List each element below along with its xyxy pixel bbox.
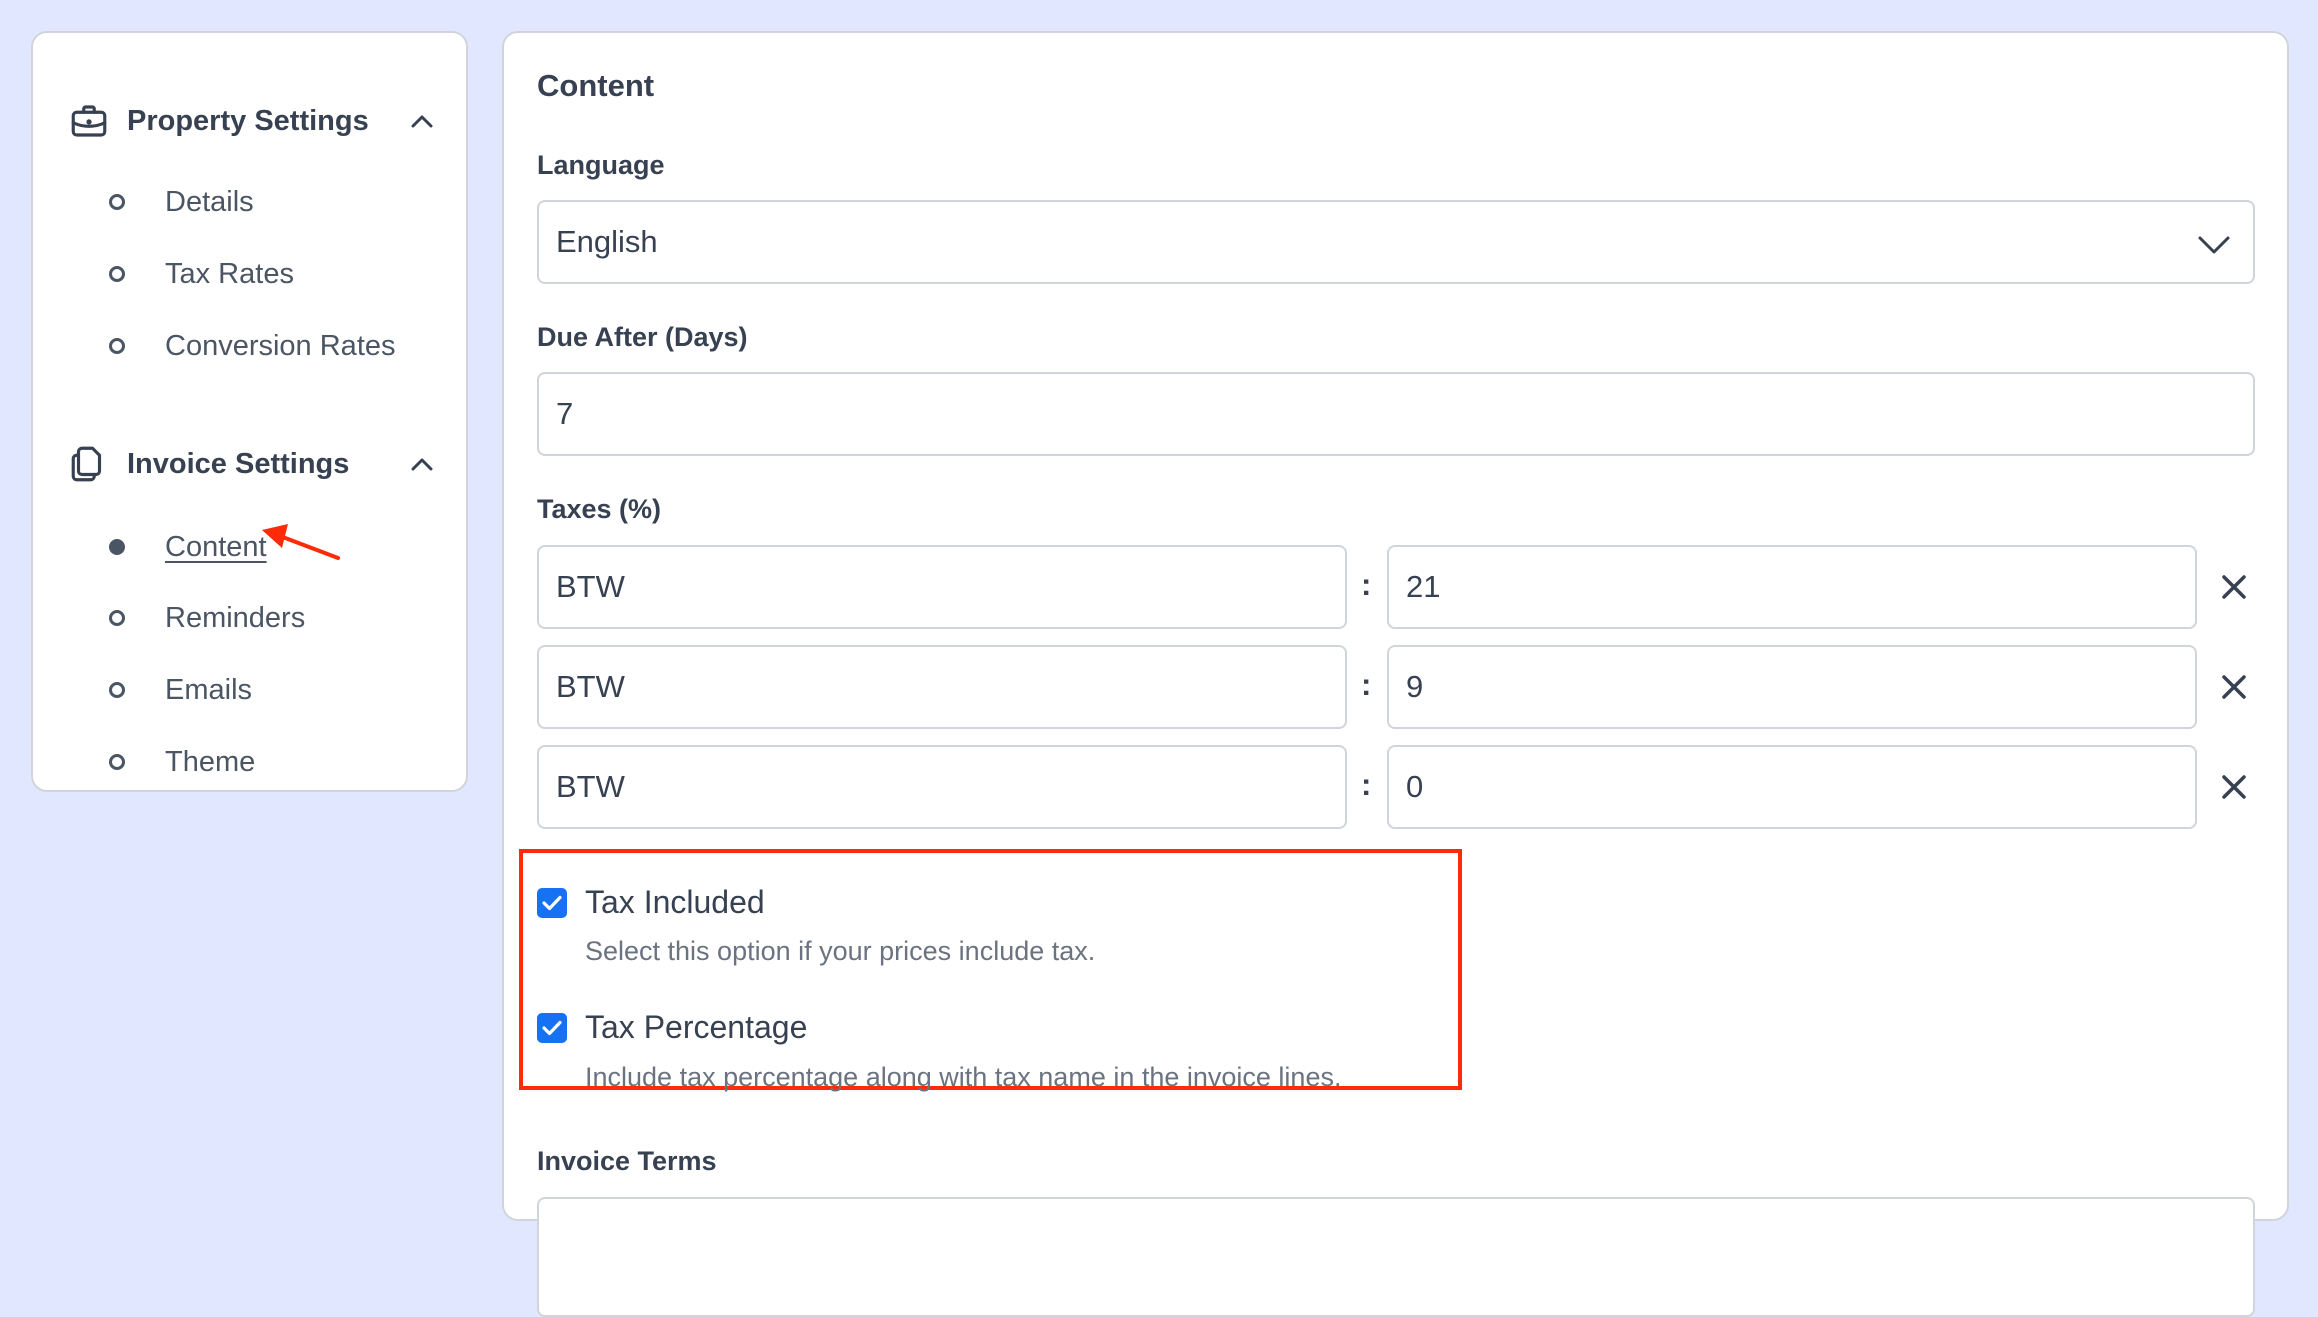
sidebar-item-theme[interactable]: Theme — [77, 740, 255, 784]
bullet-icon — [109, 539, 125, 555]
remove-tax-button[interactable] — [2214, 667, 2254, 707]
settings-sidebar: Property Settings Details Tax Rates Conv… — [31, 31, 468, 792]
tax-separator: : — [1361, 667, 1372, 702]
due-after-input[interactable]: 7 — [537, 372, 2255, 456]
sidebar-item-label: Details — [165, 185, 254, 218]
tax-rate-value: 9 — [1406, 669, 1424, 704]
briefcase-icon — [67, 99, 111, 143]
sidebar-item-label: Emails — [165, 673, 253, 706]
section-property-settings[interactable]: Property Settings — [67, 96, 437, 146]
documents-icon — [67, 442, 111, 486]
tax-included-help: Select this option if your prices includ… — [585, 936, 1096, 966]
close-icon — [2222, 675, 2246, 699]
remove-tax-button[interactable] — [2214, 767, 2254, 807]
bullet-icon — [109, 682, 125, 698]
chevron-up-icon[interactable] — [407, 449, 437, 479]
page-title: Content — [537, 68, 655, 103]
invoice-terms-textarea[interactable] — [537, 1197, 2255, 1317]
section-title: Invoice Settings — [127, 447, 350, 480]
tax-rate-value: 21 — [1406, 569, 1441, 604]
sidebar-item-label: Conversion Rates — [165, 329, 396, 362]
due-after-label: Due After (Days) — [537, 322, 748, 352]
checkbox-label: Tax Included — [585, 884, 765, 920]
sidebar-item-label: Theme — [165, 745, 256, 778]
tax-rate-input[interactable]: 9 — [1387, 645, 2197, 729]
tax-included-checkbox[interactable]: Tax Included — [537, 884, 765, 921]
section-invoice-settings[interactable]: Invoice Settings — [67, 439, 437, 489]
close-icon — [2222, 575, 2246, 599]
bullet-icon — [109, 338, 125, 354]
tax-separator: : — [1361, 767, 1372, 802]
taxes-label: Taxes (%) — [537, 494, 662, 524]
bullet-icon — [109, 194, 125, 210]
tax-name-value: BTW — [556, 669, 625, 704]
sidebar-item-conversion-rates[interactable]: Conversion Rates — [77, 324, 396, 368]
sidebar-item-reminders[interactable]: Reminders — [77, 596, 305, 640]
close-icon — [2222, 775, 2246, 799]
due-after-value: 7 — [556, 396, 574, 431]
tax-separator: : — [1361, 567, 1372, 602]
invoice-terms-label: Invoice Terms — [537, 1146, 717, 1176]
language-label: Language — [537, 150, 665, 180]
chevron-up-icon[interactable] — [407, 106, 437, 136]
checkbox-label: Tax Percentage — [585, 1009, 808, 1045]
language-value: English — [556, 224, 658, 259]
tax-percentage-help: Include tax percentage along with tax na… — [585, 1062, 1342, 1092]
bullet-icon — [109, 610, 125, 626]
tax-rate-input[interactable]: 21 — [1387, 545, 2197, 629]
sidebar-item-tax-rates[interactable]: Tax Rates — [77, 252, 294, 296]
tax-name-input[interactable]: BTW — [537, 745, 1347, 829]
sidebar-item-label: Reminders — [165, 601, 306, 634]
tax-name-input[interactable]: BTW — [537, 645, 1347, 729]
tax-percentage-checkbox[interactable]: Tax Percentage — [537, 1009, 807, 1046]
remove-tax-button[interactable] — [2214, 567, 2254, 607]
tax-rate-input[interactable]: 0 — [1387, 745, 2197, 829]
checkbox-checked-icon[interactable] — [537, 1012, 567, 1043]
bullet-icon — [109, 754, 125, 770]
sidebar-item-details[interactable]: Details — [77, 180, 254, 224]
sidebar-item-content[interactable]: Content — [77, 525, 267, 569]
section-title: Property Settings — [127, 104, 369, 137]
chevron-down-icon — [2197, 228, 2231, 264]
sidebar-item-emails[interactable]: Emails — [77, 668, 252, 712]
tax-name-input[interactable]: BTW — [537, 545, 1347, 629]
tax-name-value: BTW — [556, 569, 625, 604]
content-panel: Content Language English Due After (Days… — [502, 31, 2289, 1317]
annotation-arrow-icon — [262, 524, 340, 560]
sidebar-item-label: Tax Rates — [165, 257, 294, 290]
checkbox-checked-icon[interactable] — [537, 887, 567, 918]
tax-rate-value: 0 — [1406, 769, 1424, 804]
language-select[interactable]: English — [537, 200, 2255, 284]
bullet-icon — [109, 266, 125, 282]
tax-name-value: BTW — [556, 769, 625, 804]
